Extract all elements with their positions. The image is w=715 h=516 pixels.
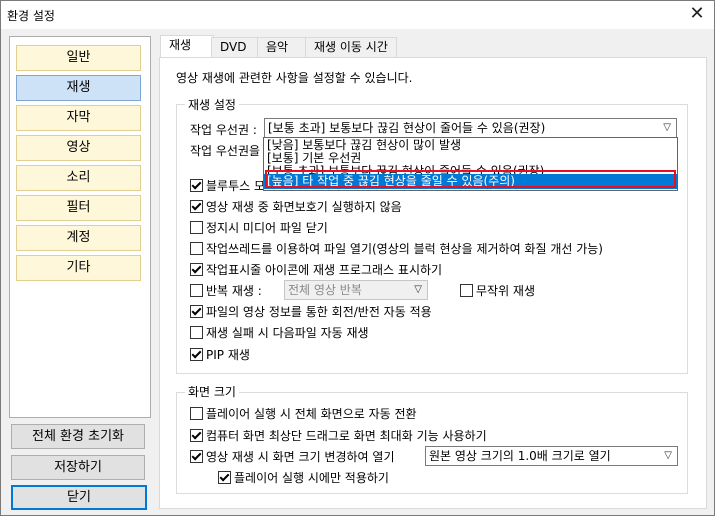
apply-on-launch-label: 플레이어 실행 시에만 적용하기 bbox=[234, 471, 389, 485]
panel-description: 영상 재생에 관련한 사항을 설정할 수 있습니다. bbox=[176, 71, 413, 85]
category-list: 일반 재생 자막 영상 소리 필터 계정 기타 bbox=[9, 36, 151, 418]
category-other[interactable]: 기타 bbox=[16, 255, 141, 281]
pip-label: PIP 재생 bbox=[206, 348, 250, 362]
tab-seek-time[interactable]: 재생 이동 시간 bbox=[305, 37, 397, 57]
taskbar-progress-label: 작업표시줄 아이콘에 재생 프로그래스 표시하기 bbox=[206, 263, 443, 277]
auto-next-on-fail-checkbox[interactable] bbox=[190, 326, 203, 339]
resize-on-play-label: 영상 재생 시 화면 크기 변경하여 열기 bbox=[206, 450, 395, 464]
taskbar-progress-checkbox[interactable] bbox=[190, 263, 203, 276]
bluetooth-checkbox[interactable] bbox=[190, 179, 203, 192]
highlight-box bbox=[265, 170, 676, 188]
bluetooth-label: 블루투스 모 bbox=[206, 179, 266, 193]
shuffle-checkbox[interactable] bbox=[460, 284, 473, 297]
chevron-down-icon: ▽ bbox=[663, 122, 671, 133]
drag-maximize-label: 컴퓨터 화면 최상단 드래그로 화면 최대화 기능 사용하기 bbox=[206, 429, 487, 443]
apply-on-launch-checkbox[interactable] bbox=[218, 471, 231, 484]
auto-fullscreen-checkbox[interactable] bbox=[190, 407, 203, 420]
category-video[interactable]: 영상 bbox=[16, 135, 141, 161]
screen-group-title: 화면 크기 bbox=[185, 383, 239, 400]
auto-rotate-label: 파일의 영상 정보를 통한 회전/반전 자동 적용 bbox=[206, 305, 432, 319]
close-on-stop-checkbox[interactable] bbox=[190, 221, 203, 234]
auto-rotate-checkbox[interactable] bbox=[190, 305, 203, 318]
pip-checkbox[interactable] bbox=[190, 348, 203, 361]
repeat-mode-value: 전체 영상 반복 bbox=[288, 283, 362, 297]
category-subtitle[interactable]: 자막 bbox=[16, 105, 141, 131]
chevron-down-icon: ▽ bbox=[664, 450, 672, 461]
chevron-down-icon: ▽ bbox=[414, 284, 422, 295]
category-sound[interactable]: 소리 bbox=[16, 165, 141, 191]
priority-label-2: 작업 우선권을 bbox=[190, 144, 261, 158]
priority-select-value: [보통 초과] 보통보다 끊김 현상이 줄어들 수 있음(권장) bbox=[268, 121, 546, 135]
tab-playback[interactable]: 재생 bbox=[160, 35, 214, 57]
resize-on-play-checkbox[interactable] bbox=[190, 450, 203, 463]
category-playback[interactable]: 재생 bbox=[16, 75, 141, 101]
drag-maximize-checkbox[interactable] bbox=[190, 429, 203, 442]
settings-window: 환경 설정 ✕ 일반 재생 자막 영상 소리 필터 계정 기타 전체 환경 초기… bbox=[0, 0, 715, 516]
tab-dvd[interactable]: DVD bbox=[211, 37, 261, 57]
screensaver-label: 영상 재생 중 화면보호기 실행하지 않음 bbox=[206, 200, 402, 214]
priority-select[interactable]: [보통 초과] 보통보다 끊김 현상이 줄어들 수 있음(권장) ▽ bbox=[264, 118, 677, 138]
save-button[interactable]: 저장하기 bbox=[11, 455, 145, 480]
category-account[interactable]: 계정 bbox=[16, 225, 141, 251]
close-button[interactable]: 닫기 bbox=[11, 485, 147, 510]
worker-thread-label: 작업쓰레드를 이용하여 파일 열기(영상의 블럭 현상을 제거하여 화질 개선 … bbox=[206, 242, 603, 256]
category-filter[interactable]: 필터 bbox=[16, 195, 141, 221]
category-general[interactable]: 일반 bbox=[16, 45, 141, 71]
window-title: 환경 설정 bbox=[7, 9, 55, 23]
auto-next-on-fail-label: 재생 실패 시 다음파일 자동 재생 bbox=[206, 326, 369, 340]
screensaver-checkbox[interactable] bbox=[190, 200, 203, 213]
close-icon[interactable]: ✕ bbox=[686, 3, 708, 25]
close-on-stop-label: 정지시 미디어 파일 닫기 bbox=[206, 221, 328, 235]
auto-fullscreen-label: 플레이어 실행 시 전체 화면으로 자동 전환 bbox=[206, 407, 417, 421]
tab-music[interactable]: 음악 bbox=[257, 37, 307, 57]
repeat-label: 반복 재생 : bbox=[206, 284, 262, 298]
repeat-checkbox[interactable] bbox=[190, 284, 203, 297]
resize-mode-select[interactable]: 원본 영상 크기의 1.0배 크기로 열기 ▽ bbox=[425, 446, 678, 466]
title-bar: 환경 설정 ✕ bbox=[1, 1, 714, 29]
playback-group-title: 재생 설정 bbox=[185, 96, 239, 113]
repeat-mode-select[interactable]: 전체 영상 반복 ▽ bbox=[284, 280, 428, 300]
settings-panel: 영상 재생에 관련한 사항을 설정할 수 있습니다. 재생 설정 작업 우선권 … bbox=[159, 57, 707, 509]
reset-all-button[interactable]: 전체 환경 초기화 bbox=[11, 424, 145, 449]
worker-thread-checkbox[interactable] bbox=[190, 242, 203, 255]
priority-label: 작업 우선권 : bbox=[190, 123, 257, 137]
resize-mode-value: 원본 영상 크기의 1.0배 크기로 열기 bbox=[429, 449, 611, 463]
shuffle-label: 무작위 재생 bbox=[476, 284, 536, 298]
